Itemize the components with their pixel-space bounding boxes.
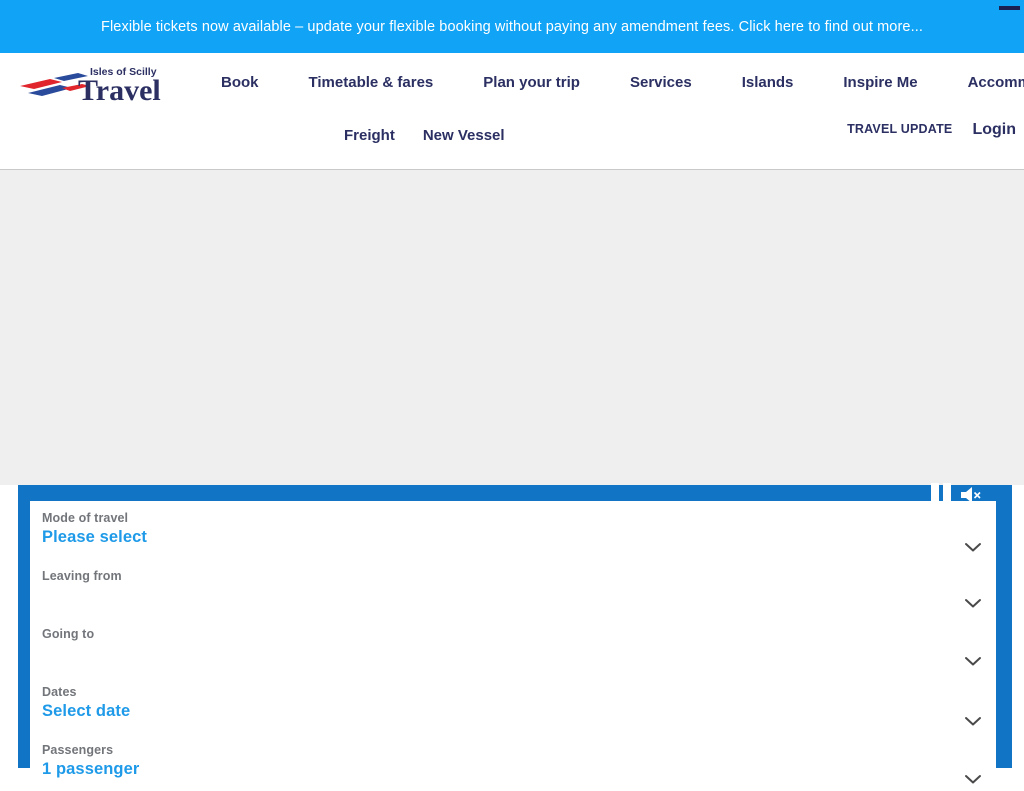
booking-form: Mode of travel Please select Leaving fro… [30, 501, 996, 784]
field-mode-of-travel[interactable]: Mode of travel Please select [30, 501, 996, 559]
pause-icon[interactable] [931, 483, 951, 505]
chevron-down-icon[interactable] [962, 714, 984, 728]
primary-navigation: Book Timetable & fares Plan your trip Se… [196, 70, 1024, 95]
hero-media-controls [931, 483, 982, 505]
field-label-going-to: Going to [42, 627, 95, 641]
site-header: Isles of Scilly Travel Book Timetable & … [0, 53, 1024, 170]
site-logo[interactable]: Isles of Scilly Travel [18, 60, 170, 108]
nav-item-freight[interactable]: Freight [330, 123, 409, 148]
nav-item-islands[interactable]: Islands [717, 70, 819, 95]
field-label-leaving-from: Leaving from [42, 569, 122, 583]
field-leaving-from[interactable]: Leaving from [30, 559, 996, 617]
nav-item-book[interactable]: Book [196, 70, 284, 95]
mute-icon[interactable] [960, 485, 982, 505]
logo-mark: Isles of Scilly Travel [20, 66, 161, 107]
field-value-dates: Select date [42, 702, 131, 720]
nav-item-new-vessel[interactable]: New Vessel [409, 123, 519, 148]
chevron-down-icon[interactable] [962, 596, 984, 610]
field-value-mode-of-travel: Please select [42, 528, 147, 546]
chevron-down-icon[interactable] [962, 654, 984, 668]
header-utility-links: TRAVEL UPDATE Login [847, 121, 1016, 139]
nav-item-services[interactable]: Services [605, 70, 717, 95]
minus-icon[interactable] [998, 3, 1020, 12]
login-link[interactable]: Login [972, 121, 1016, 139]
field-passengers[interactable]: Passengers 1 passenger [30, 733, 996, 791]
field-label-passengers: Passengers [42, 743, 114, 757]
nav-item-inspire-me[interactable]: Inspire Me [818, 70, 942, 95]
nav-item-timetable[interactable]: Timetable & fares [284, 70, 459, 95]
nav-item-accommodation[interactable]: Accommodation [943, 70, 1024, 95]
field-value-passengers: 1 passenger [42, 760, 140, 778]
field-going-to[interactable]: Going to [30, 617, 996, 675]
svg-text:Travel: Travel [78, 74, 161, 107]
field-label-dates: Dates [42, 685, 77, 699]
nav-item-plan-your-trip[interactable]: Plan your trip [458, 70, 605, 95]
chevron-down-icon[interactable] [962, 540, 984, 554]
chevron-down-icon[interactable] [962, 772, 984, 786]
field-dates[interactable]: Dates Select date [30, 675, 996, 733]
promo-banner[interactable]: Flexible tickets now available – update … [0, 0, 1024, 53]
hero-banner [0, 170, 1024, 505]
promo-banner-text[interactable]: Flexible tickets now available – update … [101, 19, 923, 35]
field-label-mode-of-travel: Mode of travel [42, 511, 129, 525]
secondary-navigation: Freight New Vessel [330, 123, 519, 148]
travel-update-link[interactable]: TRAVEL UPDATE [847, 121, 952, 136]
booking-widget-frame: Mode of travel Please select Leaving fro… [18, 485, 1012, 784]
